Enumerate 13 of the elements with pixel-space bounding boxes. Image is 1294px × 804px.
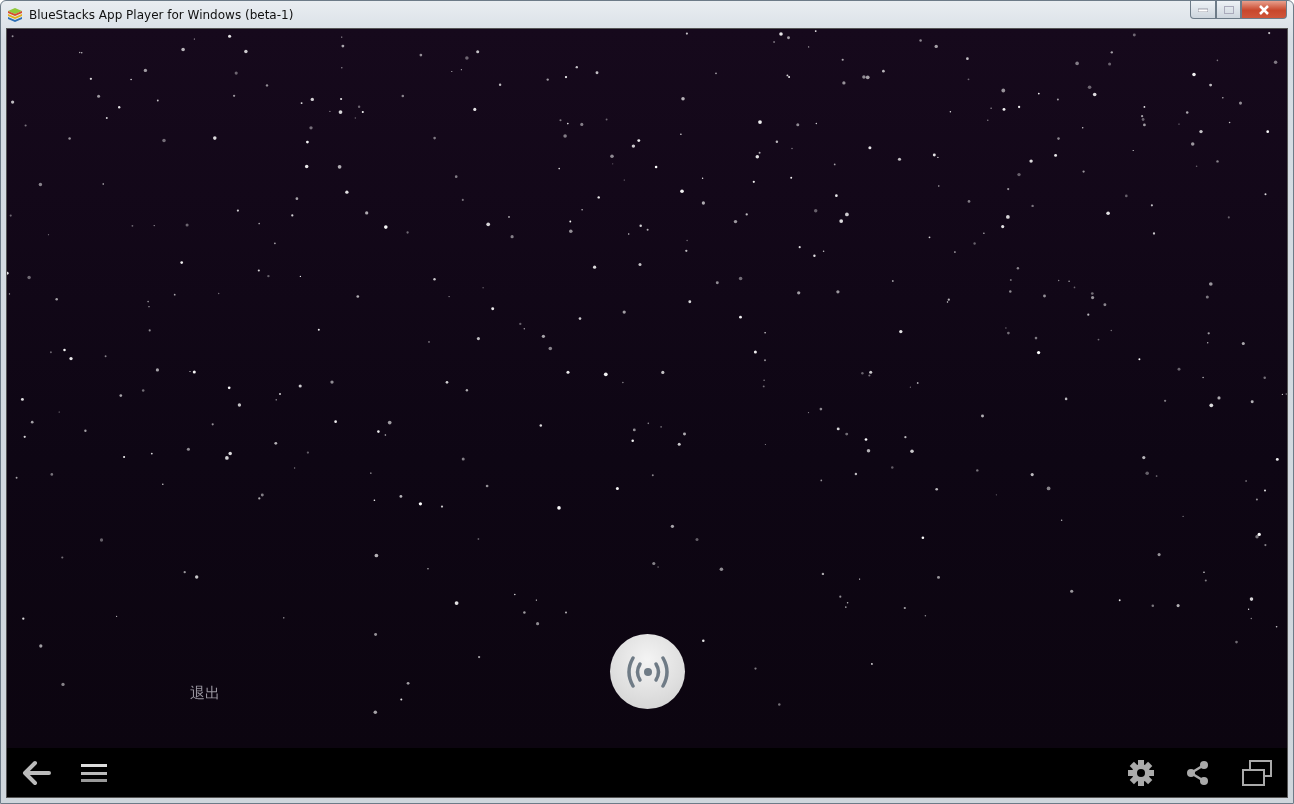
close-icon bbox=[1258, 4, 1270, 15]
app-logo-icon bbox=[7, 7, 23, 22]
maximize-icon bbox=[1223, 5, 1234, 14]
close-button[interactable] bbox=[1241, 1, 1287, 19]
share-icon bbox=[1185, 759, 1211, 786]
overlapping-windows-icon bbox=[1241, 759, 1273, 786]
settings-icon bbox=[1127, 758, 1155, 787]
window-title: BlueStacks App Player for Windows (beta-1) bbox=[29, 7, 294, 22]
menu-icon bbox=[81, 762, 107, 783]
minimize-button[interactable] bbox=[1190, 1, 1216, 19]
exit-label[interactable]: 退出 bbox=[190, 684, 220, 703]
back-arrow-icon bbox=[21, 759, 51, 786]
minimize-icon bbox=[1198, 7, 1208, 12]
